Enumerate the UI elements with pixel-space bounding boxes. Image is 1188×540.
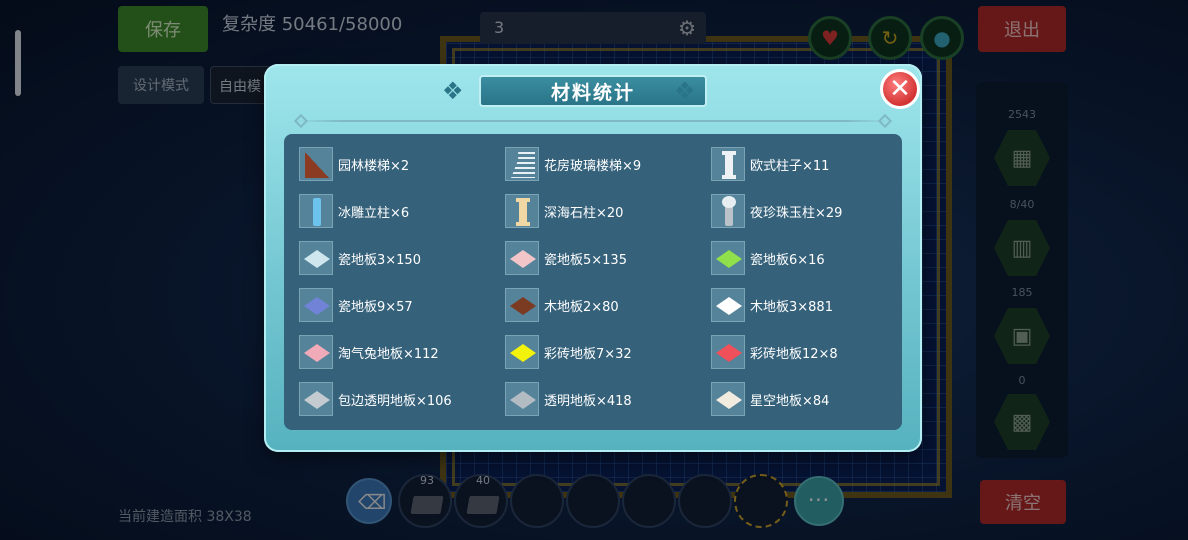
material-label: 瓷地板6×16 bbox=[750, 252, 825, 268]
dialog-title: 材料统计 bbox=[479, 75, 707, 107]
material-label: 园林楼梯×2 bbox=[338, 158, 410, 174]
divider-ornament-icon bbox=[877, 113, 893, 129]
wood-floor-icon bbox=[711, 288, 745, 322]
material-label: 彩砖地板12×8 bbox=[750, 346, 838, 362]
ice-pillar-icon bbox=[299, 194, 333, 228]
material-item: 星空地板×84 bbox=[711, 382, 911, 416]
material-label: 彩砖地板7×32 bbox=[544, 346, 632, 362]
material-shape bbox=[510, 344, 536, 362]
tile-floor-icon bbox=[505, 241, 539, 275]
material-label: 木地板3×881 bbox=[750, 299, 833, 315]
material-item: 瓷地板5×135 bbox=[505, 241, 705, 275]
material-item: 淘气兔地板×112 bbox=[299, 335, 499, 369]
material-item: 欧式柱子×11 bbox=[711, 147, 911, 181]
trimmed-clear-floor-icon bbox=[299, 382, 333, 416]
wood-floor-icon bbox=[505, 288, 539, 322]
material-shape bbox=[722, 196, 736, 226]
material-list: 园林楼梯×2 花房玻璃楼梯×9 欧式柱子×11 冰雕立柱×6 深海石柱×20 夜珍珠玉柱×… bbox=[284, 134, 902, 430]
material-label: 夜珍珠玉柱×29 bbox=[750, 205, 843, 221]
close-button[interactable]: ✕ bbox=[880, 69, 920, 109]
material-shape bbox=[716, 391, 742, 409]
material-item: 彩砖地板7×32 bbox=[505, 335, 705, 369]
material-label: 冰雕立柱×6 bbox=[338, 205, 410, 221]
garden-stairs-icon bbox=[299, 147, 333, 181]
material-item: 花房玻璃楼梯×9 bbox=[505, 147, 705, 181]
color-brick-floor-icon bbox=[711, 335, 745, 369]
material-label: 欧式柱子×11 bbox=[750, 158, 830, 174]
material-item: 彩砖地板12×8 bbox=[711, 335, 911, 369]
material-item: 木地板3×881 bbox=[711, 288, 911, 322]
deep-sea-pillar-icon bbox=[505, 194, 539, 228]
material-shape bbox=[313, 198, 321, 226]
divider-ornament-icon bbox=[293, 113, 309, 129]
material-label: 花房玻璃楼梯×9 bbox=[544, 158, 642, 174]
material-item: 包边透明地板×106 bbox=[299, 382, 499, 416]
material-label: 瓷地板5×135 bbox=[544, 252, 627, 268]
material-item: 瓷地板6×16 bbox=[711, 241, 911, 275]
material-shape bbox=[304, 391, 330, 409]
title-ornament-right-icon: ❖ bbox=[674, 77, 696, 105]
tile-floor-icon bbox=[299, 288, 333, 322]
clear-floor-icon bbox=[505, 382, 539, 416]
title-ornament-left-icon: ❖ bbox=[442, 77, 464, 105]
material-item: 深海石柱×20 bbox=[505, 194, 705, 228]
material-label: 星空地板×84 bbox=[750, 393, 830, 409]
pearl-pillar-icon bbox=[711, 194, 745, 228]
material-item: 木地板2×80 bbox=[505, 288, 705, 322]
bunny-floor-icon bbox=[299, 335, 333, 369]
material-shape bbox=[304, 344, 330, 362]
material-shape bbox=[304, 250, 330, 268]
glass-stairs-icon bbox=[505, 147, 539, 181]
material-stats-dialog: ❖ 材料统计 ❖ ✕ 园林楼梯×2 花房玻璃楼梯×9 欧式柱子×11 冰雕立柱×6 深海… bbox=[264, 64, 922, 452]
material-shape bbox=[511, 152, 535, 178]
material-label: 木地板2×80 bbox=[544, 299, 619, 315]
material-shape bbox=[510, 250, 536, 268]
material-shape bbox=[510, 297, 536, 315]
material-item: 瓷地板3×150 bbox=[299, 241, 499, 275]
close-icon: ✕ bbox=[889, 74, 911, 104]
material-shape bbox=[305, 152, 329, 178]
tile-floor-icon bbox=[299, 241, 333, 275]
european-pillar-icon bbox=[711, 147, 745, 181]
material-item: 透明地板×418 bbox=[505, 382, 705, 416]
material-label: 深海石柱×20 bbox=[544, 205, 624, 221]
tile-floor-icon bbox=[711, 241, 745, 275]
material-label: 透明地板×418 bbox=[544, 393, 632, 409]
material-shape bbox=[516, 198, 530, 226]
material-shape bbox=[304, 297, 330, 315]
material-shape bbox=[722, 151, 736, 179]
color-brick-floor-icon bbox=[505, 335, 539, 369]
material-label: 淘气兔地板×112 bbox=[338, 346, 439, 362]
material-item: 瓷地板9×57 bbox=[299, 288, 499, 322]
material-item: 冰雕立柱×6 bbox=[299, 194, 499, 228]
starry-floor-icon bbox=[711, 382, 745, 416]
divider bbox=[294, 120, 892, 122]
material-item: 园林楼梯×2 bbox=[299, 147, 499, 181]
material-label: 瓷地板9×57 bbox=[338, 299, 413, 315]
material-shape bbox=[510, 391, 536, 409]
material-label: 包边透明地板×106 bbox=[338, 393, 452, 409]
material-shape bbox=[716, 250, 742, 268]
material-shape bbox=[716, 344, 742, 362]
material-shape bbox=[716, 297, 742, 315]
material-item: 夜珍珠玉柱×29 bbox=[711, 194, 911, 228]
material-label: 瓷地板3×150 bbox=[338, 252, 421, 268]
